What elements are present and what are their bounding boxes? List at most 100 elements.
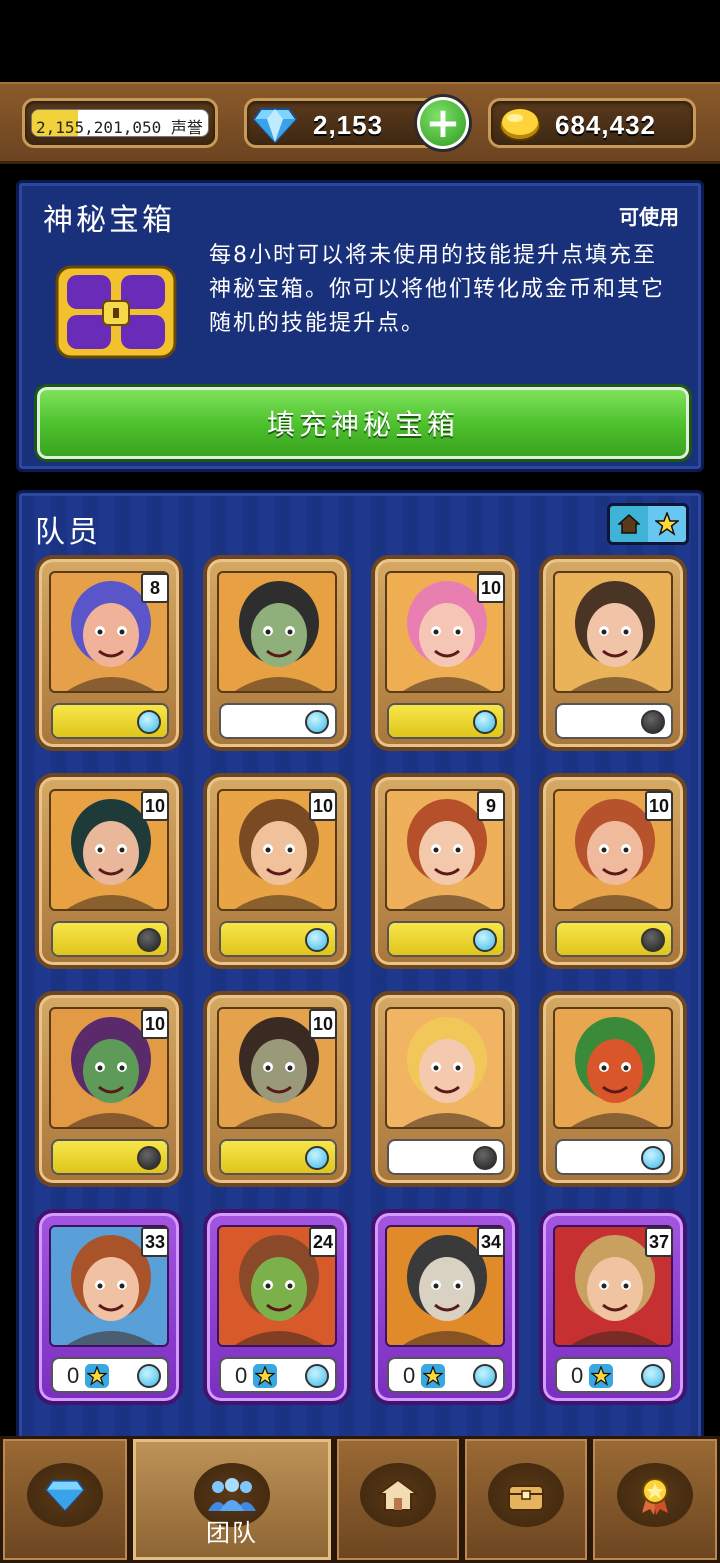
level-badge: 10 [141,791,169,821]
star-rank-count: 0 [403,1363,416,1388]
gems-count: 2,153 [313,110,384,140]
ready-indicator-icon [641,1364,665,1388]
character-illustration [235,581,323,691]
ready-indicator-icon [305,710,329,734]
diamond-icon [253,108,297,143]
nav-tab-chest[interactable] [462,1436,590,1563]
inactive-indicator-icon [641,928,665,952]
team-member-card[interactable]: 10 [539,773,687,969]
skill-progress-bar: 0 [387,1357,505,1393]
skill-progress-bar [387,703,505,739]
ready-indicator-icon [305,928,329,952]
skill-progress-bar [387,921,505,957]
house-icon [618,513,640,534]
inactive-indicator-icon [473,1146,497,1170]
ready-indicator-icon [473,1364,497,1388]
star-icon [421,1364,445,1388]
gold-count: 684,432 [555,110,656,140]
star-rank-count: 0 [67,1363,80,1388]
level-badge: 9 [477,791,505,821]
ready-indicator-icon [305,1146,329,1170]
mystery-chest-title: 神秘宝箱 [43,203,175,238]
team-member-card[interactable]: 9 [371,773,519,969]
plus-icon: + [420,100,466,146]
team-member-card[interactable] [371,991,519,1187]
nav-tab-town[interactable] [334,1436,462,1563]
mystery-chest-icon [55,265,177,359]
team-icon [208,1478,256,1511]
nav-tab-label: 团队 [206,1519,258,1547]
view-toggle [607,503,689,545]
character-portrait [385,1007,505,1129]
nav-tab-gems[interactable] [0,1436,130,1563]
team-member-card[interactable]: 10 [203,773,351,969]
team-panel: 队员 8 10 10 10 9 10 10 10 33 0 24 0 34 0 37 0 [16,490,704,1450]
level-badge: 33 [141,1227,169,1257]
nav-tab-team[interactable]: 团队 [130,1436,334,1563]
level-badge: 34 [477,1227,505,1257]
team-member-card[interactable]: 34 0 [371,1209,519,1405]
star-rank-count: 0 [571,1363,584,1388]
skill-progress-bar [555,703,673,739]
team-member-card[interactable]: 10 [203,991,351,1187]
ready-indicator-icon [473,710,497,734]
ready-indicator-icon [305,1364,329,1388]
star-view-toggle[interactable] [648,506,686,542]
character-illustration [571,581,659,691]
fill-mystery-chest-button[interactable]: 填充神秘宝箱 [37,387,689,459]
team-member-card[interactable]: 24 0 [203,1209,351,1405]
team-member-card[interactable]: 8 [35,555,183,751]
nav-badge [360,1463,436,1527]
medal-icon [642,1478,668,1515]
inactive-indicator-icon [137,1146,161,1170]
currency-bar: 2,155,201,050 声誉 2,153 684,432 [0,82,720,164]
skill-progress-bar [387,1139,505,1175]
team-title: 队员 [35,515,101,550]
skill-progress-bar [555,1139,673,1175]
reputation-pill[interactable]: 2,155,201,050 声誉 [22,98,218,148]
gold-pill[interactable]: 684,432 [488,98,696,148]
skill-progress-bar [219,921,337,957]
skill-progress-bar [555,921,673,957]
level-badge: 10 [645,791,673,821]
team-member-card[interactable] [539,991,687,1187]
home-view-toggle[interactable] [610,506,648,542]
gold-coin-icon [499,109,541,141]
team-member-card[interactable] [203,555,351,751]
house-icon [377,1478,419,1511]
reputation-progress-bar: 2,155,201,050 声誉 [31,109,209,137]
ready-indicator-icon [641,1146,665,1170]
game-screen: { "currency": { "reputation_value": "2,1… [0,0,720,1563]
nav-badge [617,1463,693,1527]
inactive-indicator-icon [137,928,161,952]
chest-status: 可使用 [619,205,679,229]
character-portrait [553,1007,673,1129]
star-rank-count: 0 [235,1363,248,1388]
level-badge: 8 [141,573,169,603]
team-member-card[interactable]: 37 0 [539,1209,687,1405]
team-member-card[interactable]: 33 0 [35,1209,183,1405]
star-icon [253,1364,277,1388]
level-badge: 24 [309,1227,337,1257]
team-member-card[interactable]: 10 [35,773,183,969]
team-member-card[interactable]: 10 [35,991,183,1187]
ready-indicator-icon [137,1364,161,1388]
nav-badge [488,1463,564,1527]
bottom-navigation: 团队 [0,1436,720,1563]
nav-tab-awards[interactable] [590,1436,720,1563]
buy-gems-button[interactable]: + [414,94,472,152]
character-illustration [571,1017,659,1127]
star-icon [655,512,679,536]
skill-progress-bar [219,703,337,739]
character-portrait [553,571,673,693]
level-badge: 10 [309,791,337,821]
character-illustration [403,1017,491,1127]
character-portrait [217,571,337,693]
skill-progress-bar: 0 [219,1357,337,1393]
team-member-card[interactable]: 10 [371,555,519,751]
skill-progress-bar: 0 [51,1357,169,1393]
mystery-chest-description: 每8小时可以将未使用的技能提升点填充至神秘宝箱。你可以将他们转化成金币和其它随机… [209,243,666,336]
level-badge: 37 [645,1227,673,1257]
reputation-value: 2,155,201,050 [36,118,162,137]
team-member-card[interactable] [539,555,687,751]
